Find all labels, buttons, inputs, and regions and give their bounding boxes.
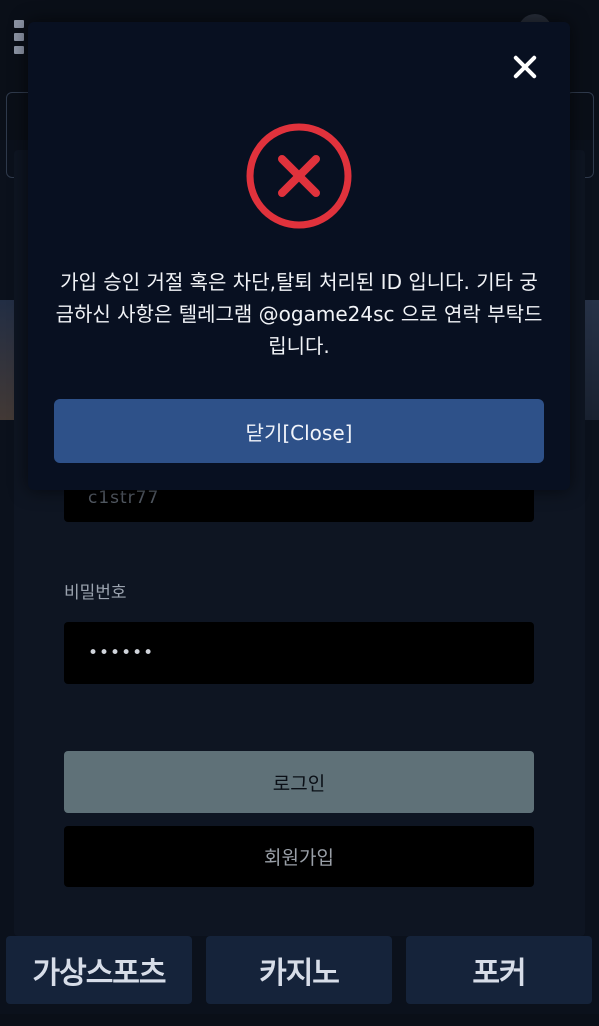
category-virtual-sports[interactable]: 가상스포츠 <box>6 936 192 1004</box>
bottom-bar <box>0 1014 599 1026</box>
password-input[interactable]: •••••• <box>64 622 534 684</box>
error-modal: 가입 승인 거절 혹은 차단,탈퇴 처리된 ID 입니다. 기타 궁금하신 사항… <box>28 22 570 490</box>
login-button[interactable]: 로그인 <box>64 751 534 813</box>
password-label: 비밀번호 <box>64 583 127 603</box>
background-image-left <box>0 300 14 420</box>
category-casino[interactable]: 카지노 <box>206 936 392 1004</box>
modal-message: 가입 승인 거절 혹은 차단,탈퇴 처리된 ID 입니다. 기타 궁금하신 사항… <box>55 270 543 358</box>
background-image-right <box>585 300 599 420</box>
category-poker[interactable]: 포커 <box>406 936 592 1004</box>
modal-close-button[interactable]: 닫기[Close] <box>54 399 544 463</box>
menu-icon[interactable] <box>14 20 28 54</box>
error-x-icon <box>246 123 352 229</box>
close-icon[interactable] <box>508 50 542 84</box>
signup-button[interactable]: 회원가입 <box>64 826 534 887</box>
